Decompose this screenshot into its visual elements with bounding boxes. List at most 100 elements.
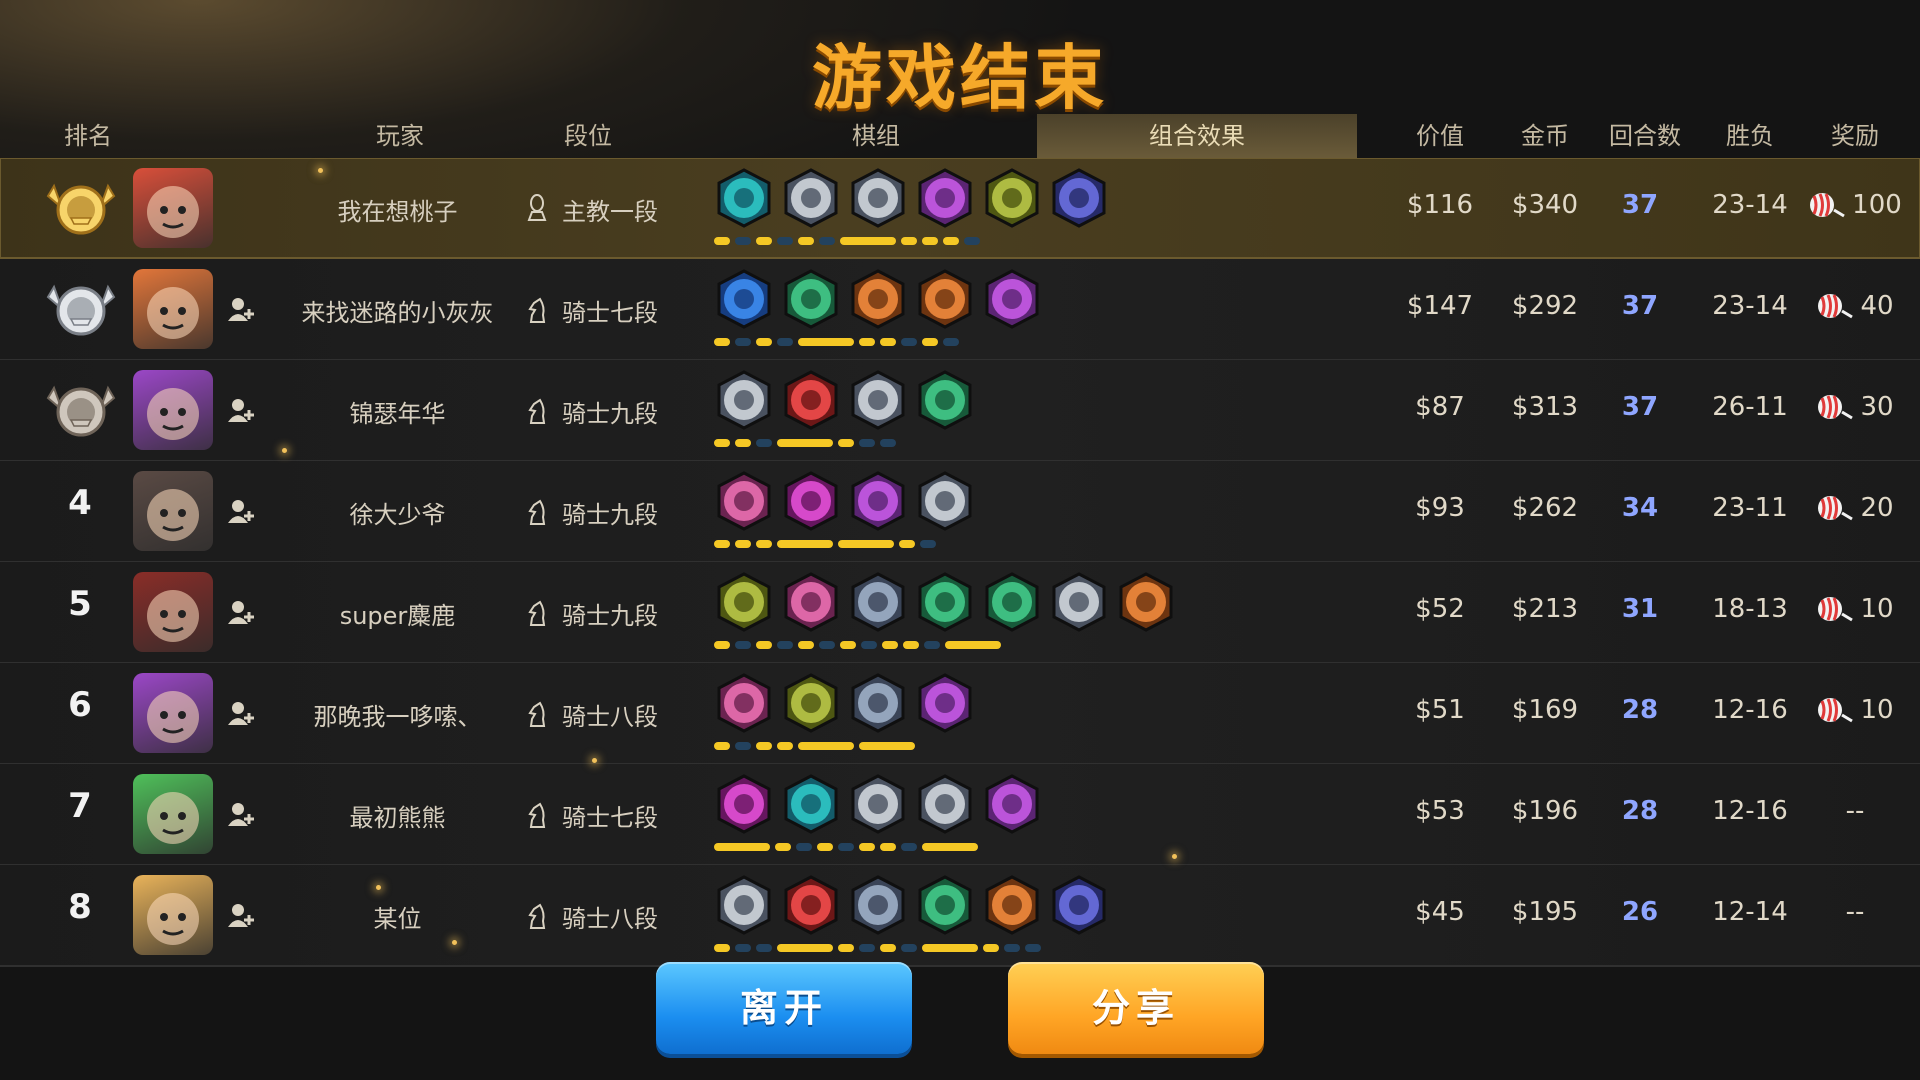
table-row: 锦瑟年华 骑士九段 $87 $313 37 26-11 30 xyxy=(0,360,1920,462)
share-button[interactable]: 分享 xyxy=(1008,962,1264,1054)
player-avatar[interactable] xyxy=(133,774,213,854)
synergy-bar-inactive xyxy=(735,944,751,952)
add-friend-icon[interactable] xyxy=(226,396,256,426)
synergy-bar-inactive xyxy=(1025,944,1041,952)
rounds-count: 31 xyxy=(1621,594,1659,624)
player-avatar[interactable] xyxy=(133,370,213,450)
player-name[interactable]: 某位 xyxy=(275,899,520,934)
unit-icon[interactable] xyxy=(915,168,975,228)
unit-icon[interactable] xyxy=(781,774,841,834)
unit-icon[interactable] xyxy=(1049,168,1109,228)
unit-icon[interactable] xyxy=(848,673,908,733)
unit-icon[interactable] xyxy=(714,572,774,632)
unit-icon[interactable] xyxy=(848,168,908,228)
player-avatar[interactable] xyxy=(133,168,213,248)
synergy-bar-active xyxy=(775,843,791,851)
player-name[interactable]: 徐大少爷 xyxy=(275,495,520,530)
player-tier: 骑士九段 xyxy=(562,602,658,630)
header-synergy[interactable]: 组合效果 xyxy=(1037,114,1357,158)
synergy-bar-active xyxy=(798,237,814,245)
player-avatar[interactable] xyxy=(133,572,213,652)
add-friend-icon[interactable] xyxy=(226,295,256,325)
unit-icon[interactable] xyxy=(781,673,841,733)
unit-icon[interactable] xyxy=(915,774,975,834)
candy-icon xyxy=(1816,594,1854,624)
unit-icon[interactable] xyxy=(982,572,1042,632)
synergy-bar-active xyxy=(840,237,896,245)
unit-icon[interactable] xyxy=(848,572,908,632)
add-friend-icon[interactable] xyxy=(226,901,256,931)
add-friend-icon[interactable] xyxy=(226,598,256,628)
unit-icon[interactable] xyxy=(915,471,975,531)
unit-icon[interactable] xyxy=(982,269,1042,329)
unit-icon[interactable] xyxy=(781,168,841,228)
player-gold: $169 xyxy=(1511,695,1579,725)
unit-icon[interactable] xyxy=(781,875,841,935)
unit-icon[interactable] xyxy=(714,269,774,329)
unit-icon[interactable] xyxy=(848,471,908,531)
unit-value: $147 xyxy=(1406,291,1474,321)
synergy-bar-inactive xyxy=(924,641,940,649)
player-avatar[interactable] xyxy=(133,471,213,551)
rounds-count: 37 xyxy=(1621,291,1659,321)
add-friend-icon[interactable] xyxy=(226,800,256,830)
unit-icon[interactable] xyxy=(915,673,975,733)
player-gold: $292 xyxy=(1511,291,1579,321)
unit-icon[interactable] xyxy=(848,269,908,329)
unit-icon[interactable] xyxy=(781,269,841,329)
unit-icon[interactable] xyxy=(915,572,975,632)
rounds-count: 28 xyxy=(1621,695,1659,725)
unit-icon[interactable] xyxy=(848,370,908,430)
unit-icon[interactable] xyxy=(915,269,975,329)
rounds-count: 37 xyxy=(1621,392,1659,422)
unit-icon[interactable] xyxy=(1116,572,1176,632)
reward: 30 xyxy=(1800,392,1910,422)
player-name[interactable]: 锦瑟年华 xyxy=(275,394,520,429)
unit-icon[interactable] xyxy=(714,875,774,935)
reward-amount: 10 xyxy=(1860,594,1894,624)
unit-icon[interactable] xyxy=(915,875,975,935)
reward: 10 xyxy=(1800,594,1910,624)
unit-icon[interactable] xyxy=(781,370,841,430)
reward-amount: 20 xyxy=(1860,493,1894,523)
synergy-bar-inactive xyxy=(777,641,793,649)
add-friend-icon[interactable] xyxy=(226,497,256,527)
synergy-bar-inactive xyxy=(859,439,875,447)
unit-icon[interactable] xyxy=(714,168,774,228)
unit-icon[interactable] xyxy=(1049,572,1109,632)
synergy-bar-active xyxy=(859,338,875,346)
player-name[interactable]: super麋鹿 xyxy=(275,596,520,631)
synergy-bar-active xyxy=(777,742,793,750)
leave-button[interactable]: 离开 xyxy=(656,962,912,1054)
table-header: 排名 玩家 段位 棋组 组合效果 价值 金币 回合数 胜负 奖励 xyxy=(0,114,1920,158)
player-avatar[interactable] xyxy=(133,673,213,753)
unit-icon[interactable] xyxy=(781,471,841,531)
rank-number: 5 xyxy=(68,584,92,624)
player-avatar[interactable] xyxy=(133,875,213,955)
player-name[interactable]: 那晚我一哆嗦、 xyxy=(275,697,520,732)
player-name[interactable]: 来找迷路的小灰灰 xyxy=(275,293,520,328)
unit-icon[interactable] xyxy=(848,774,908,834)
synergy-bar-active xyxy=(943,237,959,245)
rank-medal-icon xyxy=(44,279,118,339)
unit-icon[interactable] xyxy=(714,774,774,834)
player-name[interactable]: 我在想桃子 xyxy=(275,192,520,227)
player-avatar[interactable] xyxy=(133,269,213,349)
unit-icon[interactable] xyxy=(982,168,1042,228)
player-tier: 骑士八段 xyxy=(562,703,658,731)
synergy-bar-inactive xyxy=(901,338,917,346)
unit-icon[interactable] xyxy=(982,774,1042,834)
add-friend-icon[interactable] xyxy=(226,699,256,729)
unit-icon[interactable] xyxy=(1049,875,1109,935)
unit-icon[interactable] xyxy=(915,370,975,430)
unit-icon[interactable] xyxy=(714,471,774,531)
synergy-bar-active xyxy=(756,540,772,548)
player-name[interactable]: 最初熊熊 xyxy=(275,798,520,833)
synergy-bar-active xyxy=(714,439,730,447)
unit-icon[interactable] xyxy=(714,673,774,733)
synergy-bar-active xyxy=(838,540,894,548)
unit-icon[interactable] xyxy=(781,572,841,632)
unit-icon[interactable] xyxy=(848,875,908,935)
unit-icon[interactable] xyxy=(982,875,1042,935)
unit-icon[interactable] xyxy=(714,370,774,430)
